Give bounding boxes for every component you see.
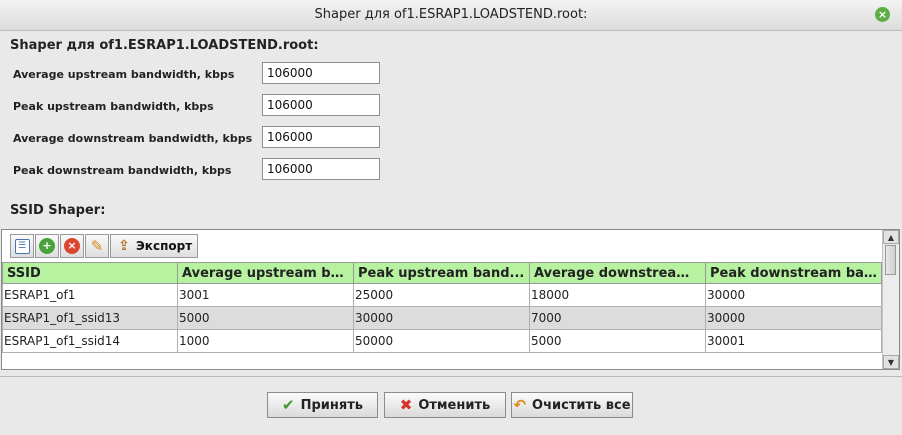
- accept-label: Принять: [300, 397, 363, 413]
- peak-downstream-label: Peak downstream bandwidth, kbps: [13, 164, 232, 177]
- peak-upstream-input[interactable]: [262, 94, 380, 116]
- export-icon: ⇪: [118, 238, 130, 254]
- table-cell[interactable]: 30000: [705, 283, 882, 307]
- ssid-shaper-heading: SSID Shaper:: [10, 203, 106, 218]
- export-button[interactable]: ⇪ Экспорт: [110, 234, 199, 258]
- accept-button[interactable]: ✔ Принять: [267, 392, 378, 418]
- table-header-row: SSID Average upstream ba... Peak upstrea…: [2, 262, 882, 284]
- table-row[interactable]: ESRAP1_of1 3001 25000 18000 30000: [2, 283, 882, 307]
- edit-icon: ✎: [90, 237, 104, 255]
- export-label: Экспорт: [136, 239, 193, 253]
- ssid-toolbar: ☰ + × ✎ ⇪ Экспорт: [10, 234, 199, 260]
- close-icon[interactable]: ×: [875, 7, 890, 22]
- edit-button[interactable]: ✎: [85, 234, 109, 258]
- table-cell[interactable]: 1000: [177, 329, 354, 353]
- table-vertical-scrollbar[interactable]: ▲ ▼: [882, 230, 899, 369]
- window-title: Shaper для of1.ESRAP1.LOADSTEND.root:: [314, 7, 588, 22]
- cross-icon: ✖: [399, 396, 413, 414]
- table-cell[interactable]: 30000: [353, 306, 530, 330]
- table-cell[interactable]: 18000: [529, 283, 706, 307]
- avg-downstream-input[interactable]: [262, 126, 380, 148]
- list-button[interactable]: ☰: [10, 234, 34, 258]
- column-header-ssid[interactable]: SSID: [2, 262, 178, 284]
- footer-divider: [0, 376, 902, 377]
- clear-all-label: Очистить все: [532, 397, 631, 413]
- table-cell[interactable]: ESRAP1_of1: [2, 283, 178, 307]
- scroll-down-icon[interactable]: ▼: [883, 355, 899, 369]
- add-button[interactable]: +: [35, 234, 59, 258]
- cancel-label: Отменить: [418, 397, 491, 413]
- table-cell[interactable]: ESRAP1_of1_ssid14: [2, 329, 178, 353]
- column-header-peak-upstream[interactable]: Peak upstream band...: [353, 262, 530, 284]
- dialog-heading: Shaper для of1.ESRAP1.LOADSTEND.root:: [10, 38, 319, 53]
- avg-downstream-label: Average downstream bandwidth, kbps: [13, 132, 253, 145]
- cancel-button[interactable]: ✖ Отменить: [384, 392, 506, 418]
- table-row[interactable]: ESRAP1_of1_ssid14 1000 50000 5000 30001: [2, 329, 882, 353]
- add-icon: +: [39, 238, 55, 254]
- avg-upstream-input[interactable]: [262, 62, 380, 84]
- table-cell[interactable]: 5000: [529, 329, 706, 353]
- delete-button[interactable]: ×: [60, 234, 84, 258]
- peak-downstream-input[interactable]: [262, 158, 380, 180]
- column-header-avg-downstream[interactable]: Average downstream ...: [529, 262, 706, 284]
- avg-upstream-label: Average upstream bandwidth, kbps: [13, 68, 235, 81]
- delete-icon: ×: [64, 238, 80, 254]
- clear-all-button[interactable]: ↶ Очистить все: [511, 392, 633, 418]
- scrollbar-thumb[interactable]: [885, 245, 896, 275]
- list-icon: ☰: [14, 238, 30, 254]
- undo-icon: ↶: [513, 396, 527, 414]
- scroll-up-icon[interactable]: ▲: [883, 230, 899, 244]
- peak-upstream-label: Peak upstream bandwidth, kbps: [13, 100, 214, 113]
- table-cell[interactable]: 30000: [705, 306, 882, 330]
- column-header-avg-upstream[interactable]: Average upstream ba...: [177, 262, 354, 284]
- table-cell[interactable]: 25000: [353, 283, 530, 307]
- ssid-table: SSID Average upstream ba... Peak upstrea…: [2, 262, 882, 353]
- checkmark-icon: ✔: [282, 396, 295, 414]
- table-cell[interactable]: 50000: [353, 329, 530, 353]
- table-cell[interactable]: 30001: [705, 329, 882, 353]
- table-cell[interactable]: 7000: [529, 306, 706, 330]
- table-cell[interactable]: ESRAP1_of1_ssid13: [2, 306, 178, 330]
- window-titlebar: Shaper для of1.ESRAP1.LOADSTEND.root: ×: [0, 0, 902, 31]
- table-cell[interactable]: 3001: [177, 283, 354, 307]
- column-header-peak-downstream[interactable]: Peak downstream ba...: [705, 262, 882, 284]
- table-row[interactable]: ESRAP1_of1_ssid13 5000 30000 7000 30000: [2, 306, 882, 330]
- table-cell[interactable]: 5000: [177, 306, 354, 330]
